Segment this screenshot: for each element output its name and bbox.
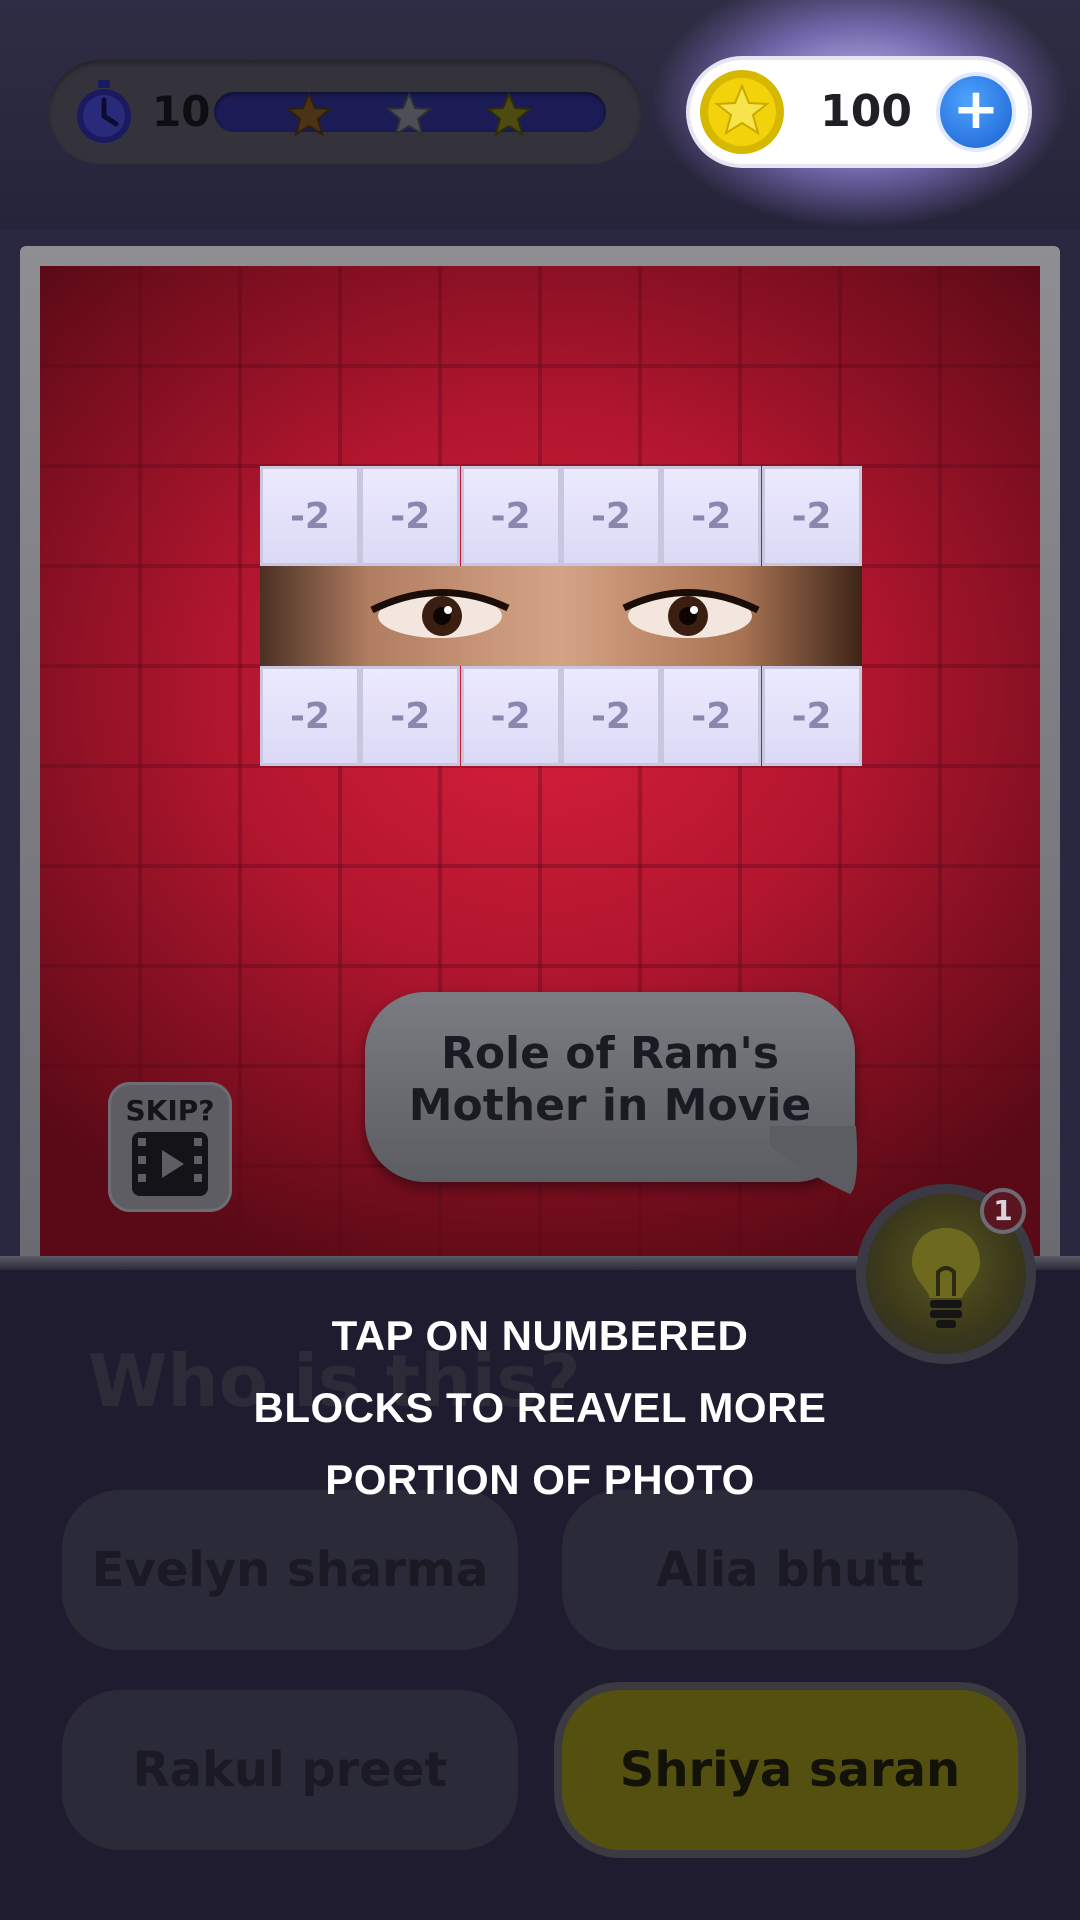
reveal-tile[interactable]: -2 [460,666,561,766]
answer-option-4[interactable]: Shriya saran [562,1690,1018,1850]
tile-row-bottom: -2 -2 -2 -2 -2 -2 [260,666,862,766]
tutorial-line-3: PORTION OF PHOTO [325,1456,755,1503]
lightbulb-icon [912,1228,980,1328]
hint-count-badge: 1 [980,1188,1026,1234]
revealed-photo-eyes [260,566,862,666]
silver-star-icon [386,92,432,136]
timer-progress-pill: 10 [48,60,642,164]
stopwatch-icon [77,80,131,143]
reveal-tile[interactable]: -2 [260,466,360,566]
tutorial-line-1: TAP ON NUMBERED [331,1312,749,1359]
add-coins-button[interactable]: + [940,76,1012,148]
gold-star-icon [486,92,532,136]
tutorial-line-2: BLOCKS TO REAVEL MORE [253,1384,827,1431]
clue-line-2: Mother in Movie [408,1080,812,1131]
bronze-star-icon [286,92,332,136]
clue-line-1: Role of Ram's [440,1028,780,1079]
video-play-icon [132,1132,208,1196]
reveal-tile[interactable]: -2 [560,666,661,766]
answer-option-3[interactable]: Rakul preet [62,1690,518,1850]
reveal-tile[interactable]: -2 [661,466,762,566]
tutorial-message: TAP ON NUMBERED BLOCKS TO REAVEL MORE PO… [190,1300,890,1516]
reveal-tile[interactable]: -2 [460,466,561,566]
puzzle-frame: -2 -2 -2 -2 -2 -2 -2 -2 -2 -2 -2 -2 Role… [20,246,1060,1276]
reveal-tile[interactable]: -2 [560,466,661,566]
skip-video-button[interactable]: SKIP? [108,1082,232,1212]
plus-icon: + [952,77,1000,142]
clue-text: Role of Ram's Mother in Movie [385,1028,835,1132]
coin-icon [700,70,784,154]
reveal-tile[interactable]: -2 [360,666,461,766]
reveal-tile[interactable]: -2 [761,666,862,766]
reveal-tile[interactable]: -2 [360,466,461,566]
skip-label: SKIP? [125,1094,215,1127]
tile-row-top: -2 -2 -2 -2 -2 -2 [260,466,862,566]
reveal-tile[interactable]: -2 [761,466,862,566]
eyes-image [370,589,760,638]
reveal-tile[interactable]: -2 [661,666,762,766]
clue-bubble-tail [770,1126,858,1194]
coin-count: 100 [820,86,912,137]
puzzle-board: -2 -2 -2 -2 -2 -2 -2 -2 -2 -2 -2 -2 Role… [40,266,1040,1276]
reveal-tiles: -2 -2 -2 -2 -2 -2 -2 -2 -2 -2 -2 -2 [260,466,862,766]
star-progress-bar [214,92,606,136]
coin-balance-pill[interactable]: 100 + [690,60,1028,164]
reveal-tile[interactable]: -2 [260,666,360,766]
